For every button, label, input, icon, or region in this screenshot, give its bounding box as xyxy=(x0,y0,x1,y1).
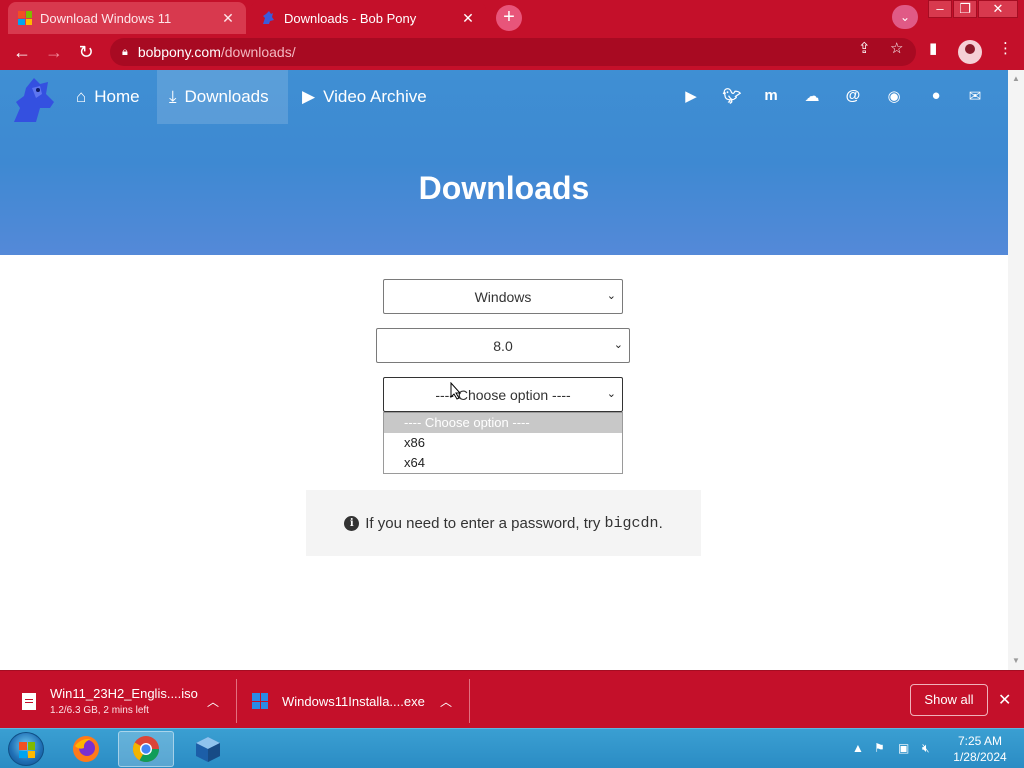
windows-taskbar: ▲ ⚑ ▣ 🔇︎ 7:25 AM 1/28/2024 xyxy=(0,728,1024,768)
discord-icon[interactable]: ◉ xyxy=(883,87,905,105)
os-select[interactable]: Windows ⌄ xyxy=(383,279,623,314)
file-icon xyxy=(22,692,36,710)
password-hint-text: If you need to enter a password, try xyxy=(365,514,605,532)
password-hint-code: bigcdn xyxy=(604,514,659,532)
share-icon[interactable]: ⇪ xyxy=(858,39,871,57)
download-shelf: Win11_23H2_Englis....iso 1.2/6.3 GB, 2 m… xyxy=(0,670,1024,728)
dropdown-option-x86[interactable]: x86 xyxy=(384,433,622,453)
tab-title: Download Windows 11 xyxy=(40,10,172,26)
video-camera-icon: ▶︎ xyxy=(302,87,316,106)
os-select-value: Windows xyxy=(474,288,532,305)
volume-muted-icon[interactable]: 🔇︎ xyxy=(922,741,930,756)
bookmark-star-icon[interactable]: ☆ xyxy=(890,39,903,57)
taskbar-chrome[interactable] xyxy=(118,731,174,767)
clock-time: 7:25 AM xyxy=(957,734,1003,748)
download-icon: ⤓ xyxy=(169,87,177,106)
forward-arrow-icon[interactable]: → xyxy=(42,40,66,64)
restore-button[interactable]: ❐ xyxy=(953,0,977,18)
download-name: Windows11Installa....exe xyxy=(282,693,425,709)
nav-downloads-label: Downloads xyxy=(184,87,269,106)
divider xyxy=(469,679,470,723)
window-close-button[interactable]: ✕ xyxy=(978,0,1018,18)
github-icon[interactable]: ● xyxy=(925,87,947,104)
info-icon: i xyxy=(344,515,360,531)
version-select[interactable]: 8.0 ⌄ xyxy=(376,328,630,363)
download-name: Win11_23H2_Englis....iso xyxy=(50,686,198,701)
password-hint-suffix: . xyxy=(658,514,663,532)
home-icon: ⌂ xyxy=(76,87,87,106)
show-all-button[interactable]: Show all xyxy=(910,684,988,716)
chrome-icon xyxy=(132,736,160,763)
download-item-iso[interactable]: Win11_23H2_Englis....iso 1.2/6.3 GB, 2 m… xyxy=(22,679,198,723)
browser-tab-strip: Download Windows 11 ✕ Downloads - Bob Po… xyxy=(0,0,1024,34)
chevron-down-icon: ⌄ xyxy=(606,290,616,302)
windows-flag-icon xyxy=(19,742,35,758)
profile-avatar-icon[interactable] xyxy=(958,40,982,64)
nav-video-archive-label: Video Archive xyxy=(323,87,427,106)
system-clock[interactable]: 7:25 AM 1/28/2024 xyxy=(950,733,1010,765)
mail-icon[interactable]: ✉ xyxy=(964,87,986,105)
divider xyxy=(236,679,237,723)
mouse-cursor-icon xyxy=(450,382,462,400)
lock-icon: 🔒︎ xyxy=(122,45,128,58)
url-path: /downloads/ xyxy=(220,44,296,60)
tab-close-icon[interactable]: ✕ xyxy=(220,10,236,27)
virtualbox-icon xyxy=(196,737,220,762)
chevron-down-icon: ⌄ xyxy=(606,388,616,400)
version-select-value: 8.0 xyxy=(493,337,513,354)
windows-installer-icon xyxy=(252,693,268,709)
nav-home[interactable]: ⌂ Home xyxy=(64,70,152,124)
web-page: ⌂ Home ⤓ Downloads ▶︎ Video Archive ▶ 🐦︎… xyxy=(0,70,1008,670)
architecture-dropdown-list: ---- Choose option ---- x86 x64 xyxy=(383,412,623,474)
tab-search-chevron-icon[interactable]: ⌄ xyxy=(892,5,918,29)
bobpony-logo-icon xyxy=(263,11,274,24)
dropdown-option-x64[interactable]: x64 xyxy=(384,453,622,473)
cloud-icon[interactable]: ☁ xyxy=(801,87,823,105)
scroll-up-icon[interactable]: ▲ xyxy=(1012,74,1020,83)
page-title: Downloads xyxy=(418,170,590,206)
firefox-icon xyxy=(73,736,99,762)
reload-icon[interactable]: ↻ xyxy=(74,40,98,64)
page-scrollbar[interactable]: ▲ ▼ xyxy=(1008,70,1024,670)
new-tab-button[interactable]: + xyxy=(496,5,522,31)
scroll-down-icon[interactable]: ▼ xyxy=(1012,656,1020,665)
action-center-flag-icon[interactable]: ⚑ xyxy=(874,741,885,755)
download-item-exe[interactable]: Windows11Installa....exe xyxy=(252,679,425,723)
nav-downloads[interactable]: ⤓ Downloads xyxy=(157,70,288,124)
minimize-button[interactable]: – xyxy=(928,0,952,18)
browser-toolbar: ← → ↻ 🔒︎ bobpony.com/downloads/ ⇪ ☆ ▮ ⋮ xyxy=(0,34,1024,70)
chevron-up-icon[interactable]: ︿ xyxy=(207,693,219,710)
threads-icon[interactable]: @ xyxy=(842,87,864,104)
youtube-icon[interactable]: ▶ xyxy=(680,87,702,105)
architecture-select[interactable]: ---- Choose option ---- ⌄ xyxy=(383,377,623,412)
taskbar-virtualbox[interactable] xyxy=(180,731,236,767)
twitter-icon[interactable]: 🐦︎ xyxy=(721,87,743,105)
kebab-menu-icon[interactable]: ⋮ xyxy=(998,39,1013,57)
address-bar[interactable]: 🔒︎ bobpony.com/downloads/ xyxy=(110,38,916,66)
side-panel-icon[interactable]: ▮ xyxy=(929,39,937,57)
nav-home-label: Home xyxy=(94,87,140,106)
tab-downloads-bob-pony[interactable]: Downloads - Bob Pony ✕ xyxy=(250,2,486,34)
tab-download-windows-11[interactable]: Download Windows 11 ✕ xyxy=(8,2,246,34)
taskbar-firefox[interactable] xyxy=(58,731,114,767)
tray-expand-icon[interactable]: ▲ xyxy=(852,741,864,755)
tab-close-icon[interactable]: ✕ xyxy=(460,10,476,27)
close-icon[interactable]: ✕ xyxy=(998,690,1011,710)
hero-banner: ⌂ Home ⤓ Downloads ▶︎ Video Archive ▶ 🐦︎… xyxy=(0,70,1008,255)
tab-title: Downloads - Bob Pony xyxy=(284,10,417,26)
back-arrow-icon[interactable]: ← xyxy=(10,40,34,64)
url-host: bobpony.com xyxy=(137,44,221,60)
network-icon[interactable]: ▣ xyxy=(898,741,909,755)
password-hint-box: i If you need to enter a password, try b… xyxy=(306,490,701,556)
nav-video-archive[interactable]: ▶︎ Video Archive xyxy=(290,70,439,124)
chevron-up-icon[interactable]: ︿ xyxy=(440,693,452,710)
start-button[interactable] xyxy=(8,732,44,766)
download-status: 1.2/6.3 GB, 2 mins left xyxy=(50,705,149,716)
dropdown-option-choose[interactable]: ---- Choose option ---- xyxy=(384,413,622,433)
chevron-down-icon: ⌄ xyxy=(613,339,623,351)
bobpony-site-logo[interactable] xyxy=(10,74,60,124)
clock-date: 1/28/2024 xyxy=(953,750,1007,764)
mastodon-icon[interactable]: m xyxy=(760,87,782,104)
microsoft-logo-icon xyxy=(18,11,32,25)
